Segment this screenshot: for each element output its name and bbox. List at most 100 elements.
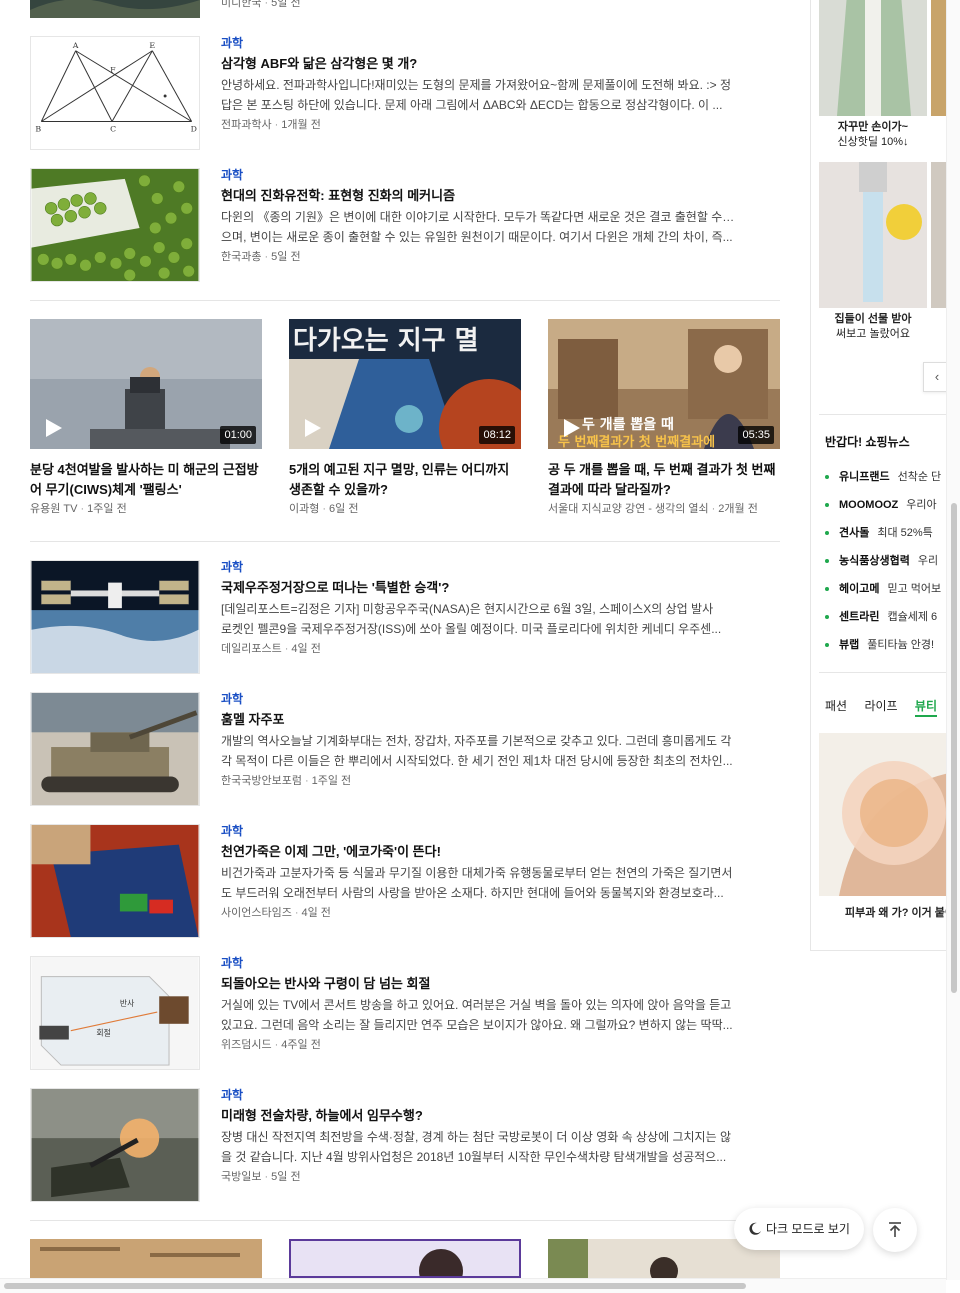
video-source[interactable]: 유용원 TV — [30, 503, 77, 515]
article-thumbnail[interactable] — [30, 168, 200, 282]
video-thumbnail[interactable]: 두 개를 뽑을 때 두 번째결과가 첫 번째결과에 05:35 — [548, 319, 780, 449]
howitzer-image — [31, 693, 199, 805]
article-thumbnail[interactable]: 반사 회절 — [30, 956, 200, 1070]
dark-mode-button[interactable]: 다크 모드로 보기 — [734, 1208, 864, 1250]
beauty-product-image[interactable] — [819, 733, 946, 896]
video-thumbnail[interactable]: 다가오는 지구 멸 08:12 — [289, 319, 521, 449]
product-image[interactable] — [819, 0, 927, 116]
product-image[interactable] — [819, 162, 927, 308]
article-title[interactable]: 천연가죽은 이제 그만, '에코가죽'이 뜬다! — [221, 844, 736, 860]
news-item[interactable]: 헤이고메 믿고 먹어보 — [825, 580, 946, 608]
article-category[interactable]: 과학 — [221, 1088, 736, 1102]
article-title[interactable]: 훔멜 자주포 — [221, 712, 736, 728]
tab-life[interactable]: 라이프 — [864, 699, 897, 713]
article-item[interactable]: 과학 훔멜 자주포 개발의 역사오늘날 기계화부대는 전차, 장갑차, 자주포를… — [30, 692, 780, 806]
article-thumbnail[interactable] — [30, 692, 200, 806]
news-item[interactable]: 농식품상생협력 우리 — [825, 552, 946, 580]
news-item[interactable]: 유니프랜드 선착순 단 — [825, 468, 946, 496]
video-title[interactable]: 공 두 개를 뽑을 때, 두 번째 결과가 첫 번째 결과에 따라 달라질까? — [548, 460, 780, 500]
news-item[interactable]: 센트라린 캡슐세제 6 — [825, 608, 946, 636]
article-thumbnail[interactable] — [30, 1088, 200, 1202]
article-time: 1주일 전 — [311, 775, 352, 787]
video-source[interactable]: 이과형 — [289, 503, 319, 515]
article-title[interactable]: 삼각형 ABF와 닮은 삼각형은 몇 개? — [221, 56, 736, 72]
news-desc: 믿고 먹어보 — [887, 583, 942, 595]
article-source[interactable]: 한국과총 — [221, 251, 261, 263]
vertical-scrollbar[interactable] — [946, 0, 960, 1280]
article-item[interactable]: 과학 현대의 진화유전학: 표현형 진화의 메커니즘 다윈의 《종의 기원》은 … — [30, 168, 780, 282]
article-thumbnail[interactable] — [30, 560, 200, 674]
article-snippet: 개발의 역사오늘날 기계화부대는 전차, 장갑차, 자주포를 기본적으로 갖추고… — [221, 731, 736, 771]
product-name[interactable]: 집들이 선물 받아 — [819, 312, 927, 327]
bookshelf-image — [30, 1239, 262, 1278]
article-snippet: 거실에 있는 TV에서 콘서트 방송을 하고 있어요. 여러분은 거실 벽을 돌… — [221, 995, 736, 1035]
article-category[interactable]: 과학 — [221, 692, 736, 706]
video-source[interactable]: 서울대 지식교양 강연 - 생각의 열쇠 — [548, 503, 709, 515]
tab-beauty[interactable]: 뷰티 — [914, 699, 937, 717]
horizontal-scroll-thumb[interactable] — [4, 1283, 746, 1289]
partial-article[interactable]: 미디한국 · 5일 전 — [30, 0, 780, 18]
article-category[interactable]: 과학 — [221, 824, 736, 838]
video-card[interactable]: 01:00 분당 4천여발을 발사하는 미 해군의 근접방어 무기(CIWS)체… — [30, 319, 262, 516]
snippet-line: 거실에 있는 TV에서 콘서트 방송을 하고 있어요. 여러분은 거실 벽을 돌… — [221, 998, 732, 1012]
article-category[interactable]: 과학 — [221, 36, 736, 50]
tab-fashion[interactable]: 패션 — [825, 699, 847, 713]
snippet-line: 도 부드러워 오래전부터 사람의 사랑을 받아온 소재다. 하지만 현대에 들어… — [221, 886, 724, 900]
article-category[interactable]: 과학 — [221, 956, 736, 970]
article-source[interactable]: 한국국방안보포럼 — [221, 775, 302, 787]
article-source[interactable]: 위즈덤시드 — [221, 1039, 272, 1051]
snippet-line: 다윈의 《종의 기원》은 변이에 대한 이야기로 시작한다. 모두가 똑같다면 … — [221, 210, 736, 224]
section-divider — [30, 541, 780, 542]
video-title[interactable]: 분당 4천여발을 발사하는 미 해군의 근접방어 무기(CIWS)체계 '팰링스… — [30, 460, 262, 500]
news-brand: 견사돌 — [839, 527, 870, 539]
article-category[interactable]: 과학 — [221, 168, 736, 182]
product-card[interactable]: 집들이 선물 받아 써보고 놀랐어요 — [819, 162, 927, 342]
article-source[interactable]: 국방일보 — [221, 1171, 261, 1183]
news-item[interactable]: MOOMOOZ 우리아 — [825, 496, 946, 524]
article-category[interactable]: 과학 — [221, 560, 736, 574]
vertical-scroll-thumb[interactable] — [951, 503, 957, 993]
article-thumbnail[interactable] — [30, 824, 200, 938]
sidebar-divider — [819, 672, 946, 673]
video-thumbnail[interactable] — [30, 1239, 262, 1278]
video-thumbnail[interactable] — [289, 1239, 521, 1278]
product-card[interactable]: 자꾸만 손이가~ 신상핫딜 10%↓ — [819, 0, 927, 150]
partial-source: 미디한국 — [221, 0, 262, 9]
article-snippet: 비건가죽과 고분자가죽 등 식물과 무기질 이용한 대체가죽 유행동물로부터 얻… — [221, 863, 736, 903]
prev-page-button[interactable]: ‹ — [923, 362, 946, 392]
video-title[interactable]: 5개의 예고된 지구 멸망, 인류는 어디까지 생존할 수 있을까? — [289, 460, 521, 500]
news-desc: 풀티타늄 안경! — [867, 639, 935, 651]
video-card[interactable]: 두 개를 뽑을 때 두 번째결과가 첫 번째결과에 05:35 공 두 개를 뽑… — [548, 319, 780, 516]
article-title[interactable]: 국제우주정거장으로 떠나는 '특별한 승객'? — [221, 580, 736, 596]
article-item[interactable]: 과학 국제우주정거장으로 떠나는 '특별한 승객'? [데일리포스트=김정은 기… — [30, 560, 780, 674]
article-source[interactable]: 전파과학사 — [221, 119, 272, 131]
label-c: C — [110, 124, 116, 133]
news-brand: MOOMOOZ — [839, 499, 899, 511]
snippet-line: 장병 대신 작전지역 최전방을 수색·정찰, 경계 하는 첨단 국방로봇이 더 … — [221, 1130, 731, 1144]
beauty-product-caption[interactable]: 피부과 왜 가? 이거 붙이 — [845, 904, 946, 920]
article-title[interactable]: 현대의 진화유전학: 표현형 진화의 메커니즘 — [221, 188, 736, 204]
shopping-news-title: 반갑다! 쇼핑뉴스 — [825, 435, 910, 449]
article-title[interactable]: 되돌아오는 반사와 구령이 담 넘는 회절 — [221, 976, 736, 992]
shopping-news-list: 유니프랜드 선착순 단 MOOMOOZ 우리아 견사돌 최대 52%특 농식품상생협력… — [825, 468, 946, 664]
video-card[interactable]: 다가오는 지구 멸 08:12 5개의 예고된 지구 멸망, 인류는 어디까지 … — [289, 319, 521, 516]
article-source[interactable]: 데일리포스트 — [221, 643, 282, 655]
article-source[interactable]: 사이언스타임즈 — [221, 907, 292, 919]
video-thumbnail[interactable]: 01:00 — [30, 319, 262, 449]
scroll-to-top-button[interactable] — [873, 1208, 917, 1252]
horizontal-scrollbar[interactable] — [0, 1278, 946, 1293]
news-item[interactable]: 뷰랩 풀티타늄 안경! — [825, 636, 946, 664]
news-item[interactable]: 견사돌 최대 52%특 — [825, 524, 946, 552]
article-thumbnail[interactable]: A E F B C D — [30, 36, 200, 150]
article-item[interactable]: A E F B C D 과학 삼각형 ABF와 닮은 삼각형은 몇 개? 안녕하… — [30, 36, 780, 150]
article-title[interactable]: 미래형 전술차량, 하늘에서 임무수행? — [221, 1108, 736, 1124]
news-brand: 헤이고메 — [839, 583, 880, 595]
product-name[interactable]: 자꾸만 손이가~ — [819, 120, 927, 135]
play-icon — [46, 419, 62, 437]
article-item[interactable]: 과학 천연가죽은 이제 그만, '에코가죽'이 뜬다! 비건가죽과 고분자가죽 … — [30, 824, 780, 938]
label-b: B — [35, 124, 41, 133]
article-item[interactable]: 과학 미래형 전술차량, 하늘에서 임무수행? 장병 대신 작전지역 최전방을 … — [30, 1088, 780, 1202]
snippet-line: 개발의 역사오늘날 기계화부대는 전차, 장갑차, 자주포를 기본적으로 갖추고… — [221, 734, 732, 748]
article-item[interactable]: 반사 회절 과학 되돌아오는 반사와 구령이 담 넘는 회절 거실에 있는 TV… — [30, 956, 780, 1070]
partial-thumbnail — [30, 0, 200, 18]
